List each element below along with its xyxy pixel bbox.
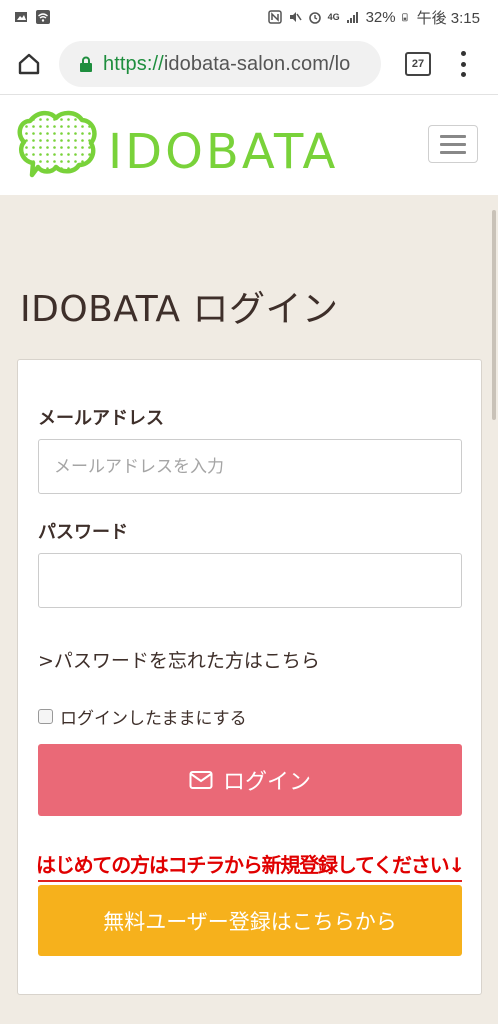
signal-icon bbox=[346, 12, 358, 23]
home-button[interactable] bbox=[9, 44, 49, 84]
scrollbar[interactable] bbox=[492, 210, 496, 420]
clock: 午後 3:15 bbox=[416, 9, 480, 27]
home-icon bbox=[18, 53, 40, 75]
nav-menu-button[interactable] bbox=[428, 125, 478, 163]
envelope-icon bbox=[189, 771, 213, 789]
battery-icon bbox=[401, 13, 408, 22]
logo-text: IDOBATA bbox=[108, 124, 339, 180]
wifi-notification-icon bbox=[36, 10, 50, 24]
browser-toolbar: https://idobata-salon.com/lo 27 bbox=[0, 34, 498, 94]
browser-menu-button[interactable] bbox=[459, 51, 467, 77]
hamburger-bar bbox=[440, 150, 466, 154]
hamburger-bar bbox=[440, 134, 466, 138]
address-bar[interactable]: https://idobata-salon.com/lo bbox=[59, 41, 381, 87]
site-logo[interactable]: IDOBATA bbox=[16, 109, 386, 183]
register-button-label: 無料ユーザー登録はこちらから bbox=[103, 909, 397, 934]
remember-me[interactable]: ログインしたままにする bbox=[38, 704, 247, 729]
password-label: パスワード bbox=[38, 522, 128, 543]
tab-switcher-button[interactable]: 27 bbox=[405, 52, 431, 76]
login-card: メールアドレス パスワード >パスワードを忘れた方はこちら ログインしたままにす… bbox=[17, 359, 482, 995]
login-button[interactable]: ログイン bbox=[38, 744, 462, 816]
alarm-icon bbox=[308, 12, 321, 24]
email-label: メールアドレス bbox=[38, 408, 164, 429]
speech-bubble-logo-icon bbox=[17, 110, 97, 178]
page-title: IDOBATA ログイン bbox=[20, 289, 339, 330]
remember-me-label: ログインしたままにする bbox=[60, 709, 247, 729]
lock-icon bbox=[80, 56, 92, 72]
nfc-icon bbox=[267, 10, 282, 24]
remember-me-checkbox[interactable] bbox=[38, 709, 53, 724]
signup-promo-text: はじめての方はコチラから新規登録してください↓ bbox=[36, 846, 465, 882]
forgot-password-link[interactable]: >パスワードを忘れた方はこちら bbox=[38, 646, 320, 673]
password-field[interactable] bbox=[38, 553, 462, 608]
url-host: idobata-salon.com/lo bbox=[163, 52, 351, 75]
status-bar: 4G 32% 午後 3:15 bbox=[0, 0, 498, 34]
hamburger-bar bbox=[440, 142, 466, 146]
battery-percent: 32% bbox=[365, 8, 396, 26]
image-notification-icon bbox=[15, 12, 27, 22]
url-scheme: https:// bbox=[103, 52, 164, 75]
login-button-label: ログイン bbox=[222, 770, 311, 795]
register-button[interactable]: 無料ユーザー登録はこちらから bbox=[38, 885, 462, 956]
site-header: IDOBATA bbox=[0, 94, 498, 195]
email-field[interactable] bbox=[38, 439, 462, 494]
mute-icon bbox=[289, 12, 302, 22]
network-type: 4G bbox=[327, 12, 340, 22]
url-text: https://idobata-salon.com/lo bbox=[103, 53, 350, 76]
